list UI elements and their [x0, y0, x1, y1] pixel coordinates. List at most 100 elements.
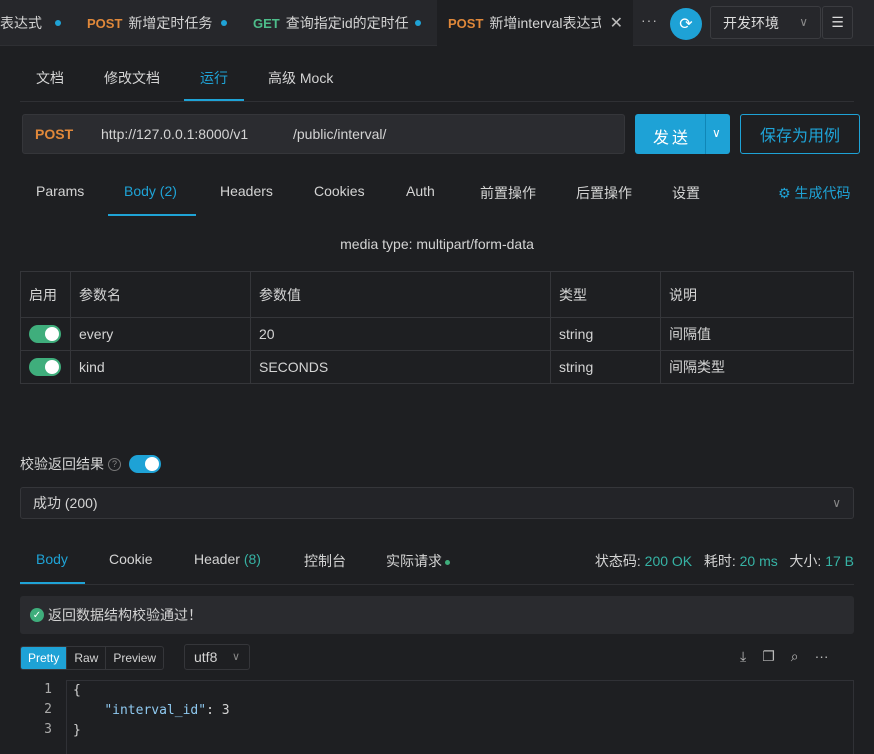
copy-icon[interactable]: ❐ [762, 648, 775, 665]
tab-title: 表达式 [0, 15, 42, 31]
code-line: { [73, 683, 81, 698]
param-value[interactable]: SECONDS [250, 350, 551, 384]
view-preview[interactable]: Preview [106, 647, 163, 669]
send-divider [705, 114, 706, 154]
tab-pre-ops[interactable]: 前置操作 [480, 183, 536, 203]
sync-icon[interactable]: ⟳ [670, 8, 702, 40]
view-pretty[interactable]: Pretty [21, 647, 68, 669]
col-type: 类型 [550, 271, 661, 318]
response-body-editor[interactable]: 1 2 3 { "interval_id": 3 } [20, 680, 854, 754]
resp-tab-header[interactable]: Header (8) [194, 551, 261, 567]
tab-title: 查询指定id的定时任 [285, 15, 409, 31]
code-line: "interval_id": 3 [67, 701, 853, 721]
param-type[interactable]: string [550, 350, 661, 384]
status-dot [445, 559, 450, 565]
send-button[interactable]: 发送 ∨ [635, 114, 730, 154]
param-desc[interactable]: 间隔值 [660, 317, 854, 351]
download-icon[interactable]: ⤓ [740, 648, 746, 665]
resp-tab-cookie[interactable]: Cookie [109, 551, 153, 567]
search-icon[interactable]: ⌕ [791, 648, 799, 665]
tab-title: 新增interval表达式 [489, 15, 602, 31]
response-size: 17 B [825, 553, 854, 569]
tab-settings[interactable]: 设置 [672, 183, 700, 203]
code-line: } [73, 723, 81, 738]
tab-params[interactable]: Params [36, 183, 84, 199]
line-number: 3 [44, 722, 52, 737]
subtab-edit-docs[interactable]: 修改文档 [104, 68, 160, 88]
generate-code-link[interactable]: ⚙ 生成代码 [778, 183, 850, 203]
chevron-down-icon: ∨ [832, 496, 841, 510]
resp-tab-header-label: Header [194, 551, 240, 567]
size-label: 大小: [789, 553, 822, 569]
status-code-label: 状态码: [594, 553, 641, 569]
expected-result-select[interactable]: 成功 (200) ∨ [20, 487, 854, 519]
resp-tab-actual-request[interactable]: 实际请求 [386, 551, 450, 571]
response-status: 状态码: 200 OK 耗时: 20 ms 大小: 17 B [595, 551, 854, 571]
active-tab-indicator [108, 214, 196, 216]
chevron-down-icon[interactable]: ∨ [712, 126, 721, 140]
param-name[interactable]: kind [70, 350, 251, 384]
tab-3-active[interactable]: POST 新增interval表达式 ✕ [437, 0, 633, 46]
tab-method: POST [87, 15, 123, 31]
json-colon: : [206, 703, 222, 718]
status-code: 200 OK [644, 553, 693, 569]
save-as-case-button[interactable]: 保存为用例 [740, 114, 860, 154]
col-name: 参数名 [70, 271, 251, 318]
tab-0[interactable]: 表达式 [0, 0, 74, 46]
tab-2[interactable]: GET 查询指定id的定时任 [253, 0, 433, 46]
tab-bar: 表达式 POST 新增定时任务 GET 查询指定id的定时任 POST 新增in… [0, 0, 874, 46]
col-enabled: 启用 [20, 271, 71, 318]
time-label: 耗时: [703, 553, 736, 569]
verify-label: 校验返回结果 [20, 456, 104, 472]
close-icon[interactable]: ✕ [610, 13, 623, 33]
active-tab-indicator [184, 99, 244, 101]
chevron-down-icon: ∨ [231, 651, 240, 663]
line-number: 2 [44, 702, 52, 717]
line-gutter: 1 2 3 [20, 680, 60, 754]
chevron-down-icon: ∨ [799, 15, 808, 29]
check-circle-icon: ✓ [30, 608, 44, 622]
request-host: http://127.0.0.1:8000/v1 [101, 126, 249, 142]
tab-method: POST [448, 15, 484, 31]
resp-tab-console[interactable]: 控制台 [304, 551, 346, 571]
param-type[interactable]: string [550, 317, 661, 351]
verify-toggle[interactable] [129, 455, 161, 473]
request-path[interactable]: /public/interval/ [293, 126, 386, 142]
response-time: 20 ms [739, 553, 778, 569]
subtab-docs[interactable]: 文档 [36, 68, 64, 88]
unsaved-dot [55, 20, 61, 26]
tab-body[interactable]: Body (2) [124, 183, 177, 199]
enable-cell [20, 350, 71, 384]
table-row: kind SECONDS string 间隔类型 [20, 350, 854, 384]
url-bar[interactable]: POST http://127.0.0.1:8000/v1 /public/in… [22, 114, 625, 154]
table-header: 启用 参数名 参数值 类型 说明 [20, 271, 854, 318]
subtab-run[interactable]: 运行 [200, 68, 228, 88]
param-name[interactable]: every [70, 317, 251, 351]
tab-auth[interactable]: Auth [406, 183, 435, 199]
table-row: every 20 string 间隔值 [20, 317, 854, 351]
enable-toggle[interactable] [29, 325, 61, 344]
more-icon[interactable]: ··· [815, 648, 829, 665]
tab-post-ops[interactable]: 后置操作 [576, 183, 632, 203]
resp-tab-body[interactable]: Body [36, 551, 68, 567]
subtab-advanced-mock[interactable]: 高级 Mock [268, 68, 333, 88]
help-icon[interactable]: ? [108, 457, 121, 471]
generate-code-label: 生成代码 [794, 185, 851, 201]
tab-title: 新增定时任务 [128, 15, 213, 31]
param-desc[interactable]: 间隔类型 [660, 350, 854, 384]
menu-icon[interactable]: ☰ [822, 6, 853, 39]
tab-headers[interactable]: Headers [220, 183, 273, 199]
tab-1[interactable]: POST 新增定时任务 [87, 0, 242, 46]
json-value: 3 [221, 703, 230, 718]
tab-cookies[interactable]: Cookies [314, 183, 365, 199]
enable-toggle[interactable] [29, 358, 61, 377]
environment-select[interactable]: 开发环境 ∨ [710, 6, 821, 39]
param-value[interactable]: 20 [250, 317, 551, 351]
params-table: 启用 参数名 参数值 类型 说明 every 20 string 间隔值 kin… [20, 271, 854, 384]
view-raw[interactable]: Raw [67, 647, 107, 669]
request-method[interactable]: POST [35, 126, 73, 142]
more-tabs-icon[interactable]: ··· [641, 12, 658, 28]
encoding-value: utf8 [194, 649, 218, 665]
encoding-select[interactable]: utf8 ∨ [184, 644, 250, 670]
verify-pass-banner: ✓ 返回数据结构校验通过！ [20, 596, 854, 634]
